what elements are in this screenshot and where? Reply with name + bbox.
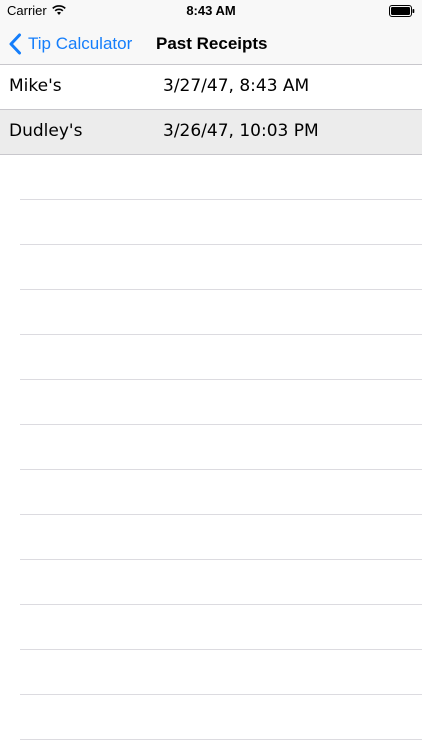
back-button[interactable]: Tip Calculator (8, 22, 132, 65)
row-separator (20, 514, 422, 515)
receipt-date: 3/27/47, 8:43 AM (163, 76, 310, 96)
battery-icon (389, 5, 415, 17)
page-title: Past Receipts (156, 34, 268, 53)
row-separator (20, 379, 422, 380)
row-separator (20, 199, 422, 200)
row-separator (20, 649, 422, 650)
row-separator (20, 469, 422, 470)
row-separator (20, 244, 422, 245)
row-separator (20, 559, 422, 560)
row-separator (20, 424, 422, 425)
navigation-bar: Tip Calculator Past Receipts (0, 22, 422, 65)
receipt-name: Dudley's (9, 121, 83, 141)
row-separator (20, 739, 422, 740)
receipt-row[interactable]: Mike's 3/27/47, 8:43 AM (0, 65, 422, 110)
back-button-label: Tip Calculator (28, 33, 133, 53)
status-time: 8:43 AM (186, 3, 236, 18)
empty-rows-area (0, 155, 422, 750)
row-separator (20, 694, 422, 695)
chevron-left-icon (9, 33, 21, 54)
receipt-row-selected[interactable]: Dudley's 3/26/47, 10:03 PM (0, 110, 422, 155)
receipt-name: Mike's (9, 76, 62, 96)
row-separator (20, 289, 422, 290)
receipts-list: Mike's 3/27/47, 8:43 AM Dudley's 3/26/47… (0, 65, 422, 155)
status-bar: Carrier 8:43 AM (0, 0, 422, 22)
row-separator (20, 604, 422, 605)
row-separator (20, 334, 422, 335)
receipt-date: 3/26/47, 10:03 PM (163, 121, 319, 141)
